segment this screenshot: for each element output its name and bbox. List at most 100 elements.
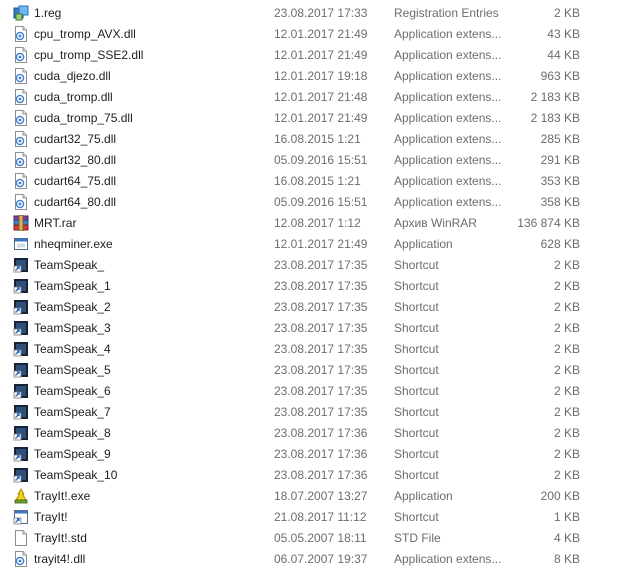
file-row[interactable]: cpu_tromp_AVX.dll 12.01.2017 21:49 Applica…	[0, 24, 618, 45]
file-row[interactable]: cudart64_80.dll 05.09.2016 15:51 Applicati…	[0, 192, 618, 213]
trayit-shortcut-icon	[13, 509, 29, 525]
file-size: 2 KB	[553, 6, 580, 20]
file-name: cpu_tromp_SSE2.dll	[34, 48, 144, 62]
file-name: nheqminer.exe	[34, 237, 113, 251]
file-size: 8 KB	[553, 552, 580, 566]
dll-file-icon	[13, 152, 29, 168]
shortcut-icon	[13, 425, 29, 441]
file-name: cudart32_75.dll	[34, 132, 117, 146]
file-size: 2 KB	[553, 300, 580, 314]
file-type: Shortcut	[394, 342, 439, 356]
blank-file-icon	[13, 530, 29, 546]
dll-file-icon	[13, 551, 29, 567]
file-type: Application	[394, 237, 453, 251]
dll-file-icon	[13, 194, 29, 210]
trayit-app-icon	[13, 488, 29, 504]
file-date-modified: 05.09.2016 15:51	[274, 195, 368, 209]
file-type: Application extens...	[394, 174, 502, 188]
file-date-modified: 23.08.2017 17:35	[274, 279, 368, 293]
file-row[interactable]: trayit4!.dll 06.07.2007 19:37 Application …	[0, 549, 618, 570]
file-size: 358 KB	[540, 195, 580, 209]
file-row[interactable]: cudart32_80.dll 05.09.2016 15:51 Applicati…	[0, 150, 618, 171]
file-row[interactable]: cudart64_75.dll 16.08.2015 1:21 Applicatio…	[0, 171, 618, 192]
file-size: 963 KB	[540, 69, 580, 83]
file-row[interactable]: TrayIt!.std 05.05.2007 18:11 STD File 4 KB	[0, 528, 618, 549]
file-size: 2 KB	[553, 384, 580, 398]
file-type: Application extens...	[394, 552, 502, 566]
file-date-modified: 12.01.2017 21:49	[274, 48, 368, 62]
file-row[interactable]: TeamSpeak_7 23.08.2017 17:35 Shortcut 2 KB	[0, 402, 618, 423]
file-row[interactable]: cudart32_75.dll 16.08.2015 1:21 Applicatio…	[0, 129, 618, 150]
file-type: Application extens...	[394, 48, 502, 62]
shortcut-icon	[13, 383, 29, 399]
file-size: 2 KB	[553, 447, 580, 461]
file-name: TeamSpeak_1	[34, 279, 111, 293]
file-name: TeamSpeak_	[34, 258, 105, 272]
file-type: Application extens...	[394, 111, 502, 125]
file-row[interactable]: cpu_tromp_SSE2.dll 12.01.2017 21:49 Applic…	[0, 45, 618, 66]
file-size: 2 KB	[553, 468, 580, 482]
file-date-modified: 23.08.2017 17:35	[274, 363, 368, 377]
registry-file-icon	[13, 5, 29, 21]
file-type: Application	[394, 489, 453, 503]
file-name: trayit4!.dll	[34, 552, 86, 566]
file-type: Shortcut	[394, 258, 439, 272]
file-type: Shortcut	[394, 447, 439, 461]
winrar-archive-icon	[13, 215, 29, 231]
file-row[interactable]: TeamSpeak_1 23.08.2017 17:35 Shortcut 2 KB	[0, 276, 618, 297]
file-name: TrayIt!	[34, 510, 68, 524]
file-name: cudart64_80.dll	[34, 195, 117, 209]
file-row[interactable]: cuda_tromp.dll 12.01.2017 21:48 Applicatio…	[0, 87, 618, 108]
file-type: Application extens...	[394, 69, 502, 83]
file-row[interactable]: TeamSpeak_5 23.08.2017 17:35 Shortcut 2 KB	[0, 360, 618, 381]
file-type: Shortcut	[394, 405, 439, 419]
dll-file-icon	[13, 173, 29, 189]
file-name: TeamSpeak_5	[34, 363, 111, 377]
file-type: Shortcut	[394, 510, 439, 524]
file-date-modified: 05.05.2007 18:11	[274, 531, 367, 545]
file-date-modified: 23.08.2017 17:35	[274, 258, 368, 272]
application-exe-icon	[13, 236, 29, 252]
file-date-modified: 12.01.2017 21:49	[274, 237, 368, 251]
file-row[interactable]: nheqminer.exe 12.01.2017 21:49 Application…	[0, 234, 618, 255]
file-date-modified: 12.01.2017 19:18	[274, 69, 368, 83]
file-name: cuda_djezo.dll	[34, 69, 111, 83]
file-row[interactable]: TeamSpeak_4 23.08.2017 17:35 Shortcut 2 KB	[0, 339, 618, 360]
file-row[interactable]: TeamSpeak_2 23.08.2017 17:35 Shortcut 2 KB	[0, 297, 618, 318]
file-type: Application extens...	[394, 153, 502, 167]
file-type: Application extens...	[394, 195, 502, 209]
file-row[interactable]: TeamSpeak_8 23.08.2017 17:36 Shortcut 2 KB	[0, 423, 618, 444]
shortcut-icon	[13, 341, 29, 357]
dll-file-icon	[13, 26, 29, 42]
file-row[interactable]: cuda_djezo.dll 12.01.2017 19:18 Applicatio…	[0, 66, 618, 87]
file-row[interactable]: TrayIt!.exe 18.07.2007 13:27 Application 20…	[0, 486, 618, 507]
file-size: 291 KB	[540, 153, 580, 167]
file-name: TeamSpeak_10	[34, 468, 118, 482]
file-type: Shortcut	[394, 279, 439, 293]
file-date-modified: 12.01.2017 21:48	[274, 90, 368, 104]
file-row[interactable]: 1.reg 23.08.2017 17:33 Registration Entrie…	[0, 3, 618, 24]
file-size: 4 KB	[553, 531, 580, 545]
file-row[interactable]: MRT.rar 12.08.2017 1:12 Архив WinRAR 136 87…	[0, 213, 618, 234]
file-row[interactable]: TeamSpeak_ 23.08.2017 17:35 Shortcut 2 KB	[0, 255, 618, 276]
file-name: cuda_tromp_75.dll	[34, 111, 133, 125]
file-type: Shortcut	[394, 321, 439, 335]
file-size: 1 KB	[553, 510, 580, 524]
file-name: TeamSpeak_7	[34, 405, 111, 419]
file-name: TeamSpeak_3	[34, 321, 111, 335]
file-row[interactable]: TeamSpeak_6 23.08.2017 17:35 Shortcut 2 KB	[0, 381, 618, 402]
file-list: 1.reg 23.08.2017 17:33 Registration Entrie…	[0, 3, 618, 570]
file-row[interactable]: cuda_tromp_75.dll 12.01.2017 21:49 Applica…	[0, 108, 618, 129]
file-date-modified: 12.08.2017 1:12	[274, 216, 361, 230]
file-size: 2 KB	[553, 426, 580, 440]
file-date-modified: 23.08.2017 17:36	[274, 468, 368, 482]
file-row[interactable]: TeamSpeak_10 23.08.2017 17:36 Shortcut 2 KB	[0, 465, 618, 486]
file-row[interactable]: TeamSpeak_3 23.08.2017 17:35 Shortcut 2 KB	[0, 318, 618, 339]
file-name: TeamSpeak_2	[34, 300, 111, 314]
file-name: MRT.rar	[34, 216, 77, 230]
file-size: 2 KB	[553, 279, 580, 293]
shortcut-icon	[13, 446, 29, 462]
file-row[interactable]: TeamSpeak_9 23.08.2017 17:36 Shortcut 2 KB	[0, 444, 618, 465]
file-row[interactable]: TrayIt! 21.08.2017 11:12 Shortcut 1 KB	[0, 507, 618, 528]
shortcut-icon	[13, 467, 29, 483]
